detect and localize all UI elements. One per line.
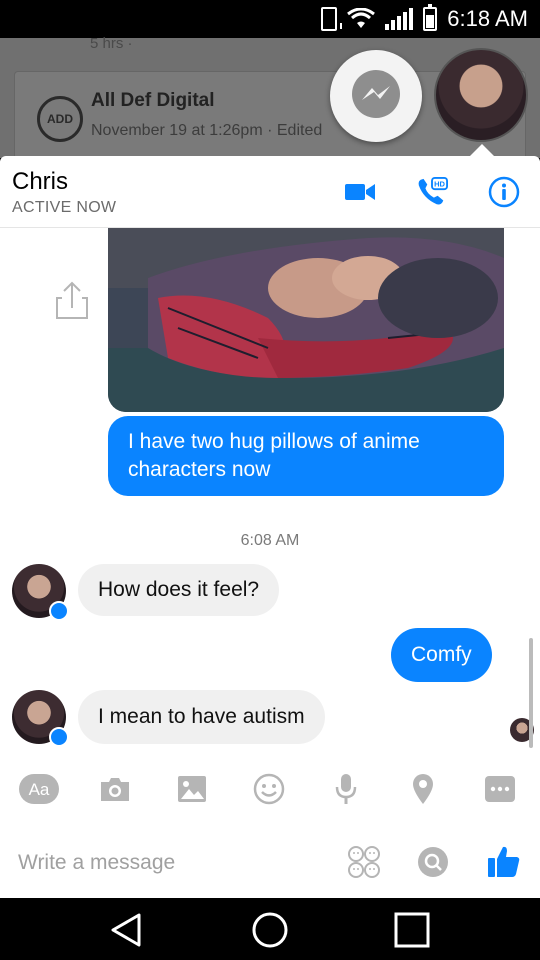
message-input[interactable] bbox=[18, 846, 318, 880]
status-bar: 6:18 AM bbox=[0, 0, 540, 38]
message-list[interactable]: I have two hug pillows of anime characte… bbox=[0, 228, 540, 758]
message-bubble-incoming[interactable]: How does it feel? bbox=[78, 564, 280, 616]
home-icon bbox=[252, 912, 288, 948]
status-time: 6:18 AM bbox=[447, 6, 528, 31]
voice-button[interactable] bbox=[328, 772, 364, 806]
share-icon bbox=[56, 281, 88, 319]
image-icon bbox=[178, 776, 206, 802]
contact-avatar[interactable] bbox=[12, 564, 69, 621]
post-meta: November 19 at 1:26pm · Edited bbox=[91, 122, 323, 139]
hd-phone-icon: HD bbox=[418, 176, 448, 205]
page-name: All Def Digital bbox=[91, 90, 215, 111]
vibrate-icon bbox=[321, 7, 343, 31]
text-format-icon: Aa bbox=[19, 774, 59, 804]
messenger-badge-icon bbox=[49, 727, 69, 747]
navigation-bar bbox=[0, 898, 540, 960]
composer-toolbar: Aa bbox=[0, 766, 540, 812]
messenger-badge-icon bbox=[49, 601, 69, 621]
search-icon bbox=[418, 847, 448, 877]
wifi-icon bbox=[347, 8, 376, 28]
shared-photo[interactable] bbox=[108, 228, 504, 412]
message-bubble-incoming[interactable]: I mean to have autism bbox=[78, 690, 325, 744]
recents-icon bbox=[394, 912, 430, 948]
back-icon bbox=[111, 913, 141, 947]
contact-status: ACTIVE NOW bbox=[12, 199, 117, 216]
chat-head-pointer bbox=[470, 144, 494, 156]
home-button[interactable] bbox=[248, 908, 292, 952]
gallery-button[interactable] bbox=[174, 772, 210, 806]
contact-chat-head[interactable] bbox=[434, 48, 528, 142]
gif-search-button[interactable] bbox=[415, 844, 451, 880]
chat-header: Chris ACTIVE NOW HD bbox=[0, 156, 540, 228]
audio-call-button[interactable]: HD bbox=[416, 176, 448, 208]
camera-button[interactable] bbox=[97, 772, 133, 806]
microphone-icon bbox=[335, 774, 357, 804]
messenger-icon bbox=[352, 70, 400, 118]
hd-label: HD bbox=[434, 179, 445, 188]
message-timestamp: 6:08 AM bbox=[240, 532, 300, 549]
message-bubble-outgoing[interactable]: Comfy bbox=[391, 628, 492, 682]
more-icon bbox=[485, 776, 515, 802]
recents-button[interactable] bbox=[390, 908, 434, 952]
battery-icon bbox=[423, 4, 438, 31]
more-button[interactable] bbox=[482, 772, 518, 806]
info-icon bbox=[488, 176, 520, 208]
message-bubble-outgoing[interactable]: I have two hug pillows of anime characte… bbox=[108, 416, 504, 496]
info-button[interactable] bbox=[488, 176, 520, 208]
stickers-icon bbox=[348, 846, 380, 878]
camera-icon bbox=[101, 778, 129, 801]
back-button[interactable] bbox=[104, 908, 148, 952]
chat-window: Chris ACTIVE NOW HD I have two hug pillo… bbox=[0, 156, 540, 898]
emoji-icon bbox=[253, 773, 285, 805]
thumbs-up-icon bbox=[488, 846, 520, 877]
contact-name[interactable]: Chris bbox=[12, 168, 68, 196]
stickers-button[interactable] bbox=[346, 844, 382, 880]
signal-icon bbox=[385, 8, 414, 30]
composer bbox=[0, 832, 540, 892]
location-icon bbox=[413, 774, 433, 804]
like-button[interactable] bbox=[486, 842, 522, 880]
emoji-button[interactable] bbox=[251, 772, 287, 806]
text-format-label: Aa bbox=[29, 780, 50, 799]
contact-avatar[interactable] bbox=[12, 690, 69, 747]
page-logo: ADD bbox=[37, 96, 83, 142]
video-call-button[interactable] bbox=[344, 176, 376, 208]
location-button[interactable] bbox=[405, 772, 441, 806]
video-camera-icon bbox=[345, 184, 375, 200]
text-format-button[interactable]: Aa bbox=[18, 772, 60, 806]
share-button[interactable] bbox=[54, 280, 90, 320]
messenger-chat-head[interactable] bbox=[330, 50, 422, 142]
post-time: 5 hrs · bbox=[90, 35, 133, 52]
scrollbar[interactable] bbox=[529, 638, 533, 748]
